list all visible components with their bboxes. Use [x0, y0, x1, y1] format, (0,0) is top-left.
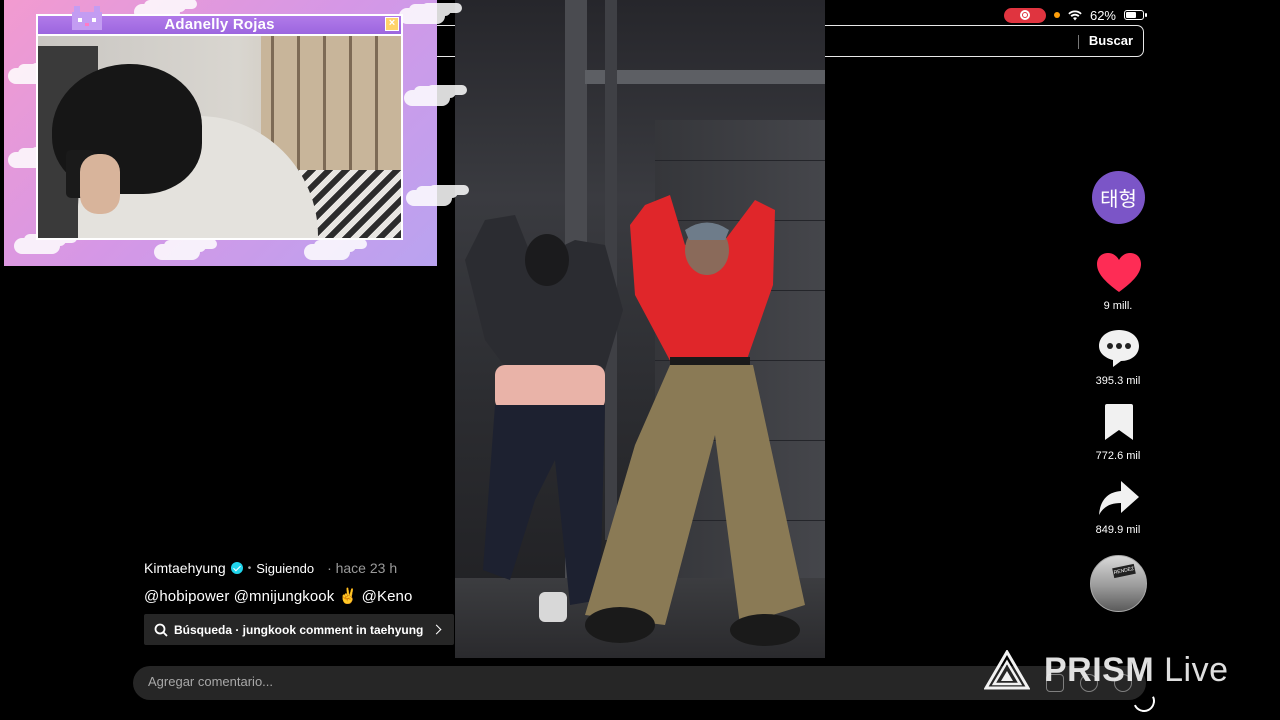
decor-cloud: [399, 8, 445, 24]
chevron-right-icon: [431, 624, 442, 635]
caption-header: Kimtaehyung • Siguiendo · hace 23 h: [144, 560, 397, 576]
heart-icon[interactable]: [1096, 252, 1142, 294]
search-divider: [1078, 35, 1079, 49]
caption-separator: •: [247, 562, 252, 574]
record-icon: [1019, 10, 1030, 20]
webcam-overlay[interactable]: Adanelly Rojas ×: [4, 0, 452, 266]
status-bar: 62%: [1003, 6, 1147, 24]
decor-cloud: [154, 244, 200, 260]
like-count: 9 mill.: [1103, 300, 1133, 312]
webcam-video: [36, 34, 403, 240]
caption-text[interactable]: @hobipower @mnijungkook ✌️ @Keno: [144, 587, 412, 605]
close-icon[interactable]: ×: [385, 17, 399, 31]
share-count: 849.9 mil: [1095, 524, 1141, 536]
battery-icon: [1124, 10, 1147, 20]
webcam-person-hand: [80, 154, 120, 214]
creator-avatar[interactable]: 태형: [1092, 171, 1145, 224]
wifi-icon: [1068, 9, 1082, 20]
bookmark-icon[interactable]: [1102, 403, 1136, 441]
search-suggestion[interactable]: Búsqueda · jungkook comment in taehyung: [144, 614, 454, 645]
disc-sign: RENDEZ: [1112, 563, 1136, 579]
prism-live-text: PRISM Live: [1044, 651, 1229, 690]
search-button[interactable]: Buscar: [1089, 33, 1133, 48]
comment-input[interactable]: [148, 674, 848, 689]
post-time: · hace 23 h: [327, 560, 398, 576]
music-disc[interactable]: RENDEZ: [1090, 555, 1147, 612]
search-icon: [154, 623, 168, 637]
comment-count: 395.3 mil: [1095, 375, 1141, 387]
decor-cloud: [14, 238, 60, 254]
decor-cloud: [304, 244, 350, 260]
prism-suffix: Live: [1154, 650, 1229, 689]
prism-brand: PRISM: [1044, 650, 1155, 689]
video-player[interactable]: [455, 0, 825, 658]
video-dancer-right: [585, 195, 805, 646]
share-icon[interactable]: [1097, 479, 1141, 517]
battery-level: [1126, 12, 1136, 18]
decor-cloud: [404, 90, 450, 106]
comment-icon[interactable]: [1097, 328, 1141, 368]
prism-logo-icon: [984, 650, 1030, 690]
pixel-cat-icon: [72, 6, 102, 30]
username[interactable]: Kimtaehyung: [144, 560, 226, 576]
follow-status[interactable]: Siguiendo: [256, 561, 314, 576]
verified-icon: [230, 562, 243, 574]
screen-record-indicator[interactable]: [1003, 7, 1046, 23]
decor-cloud: [406, 190, 452, 206]
battery-percentage: 62%: [1089, 7, 1116, 23]
video-scene-beam: [585, 70, 825, 84]
mic-in-use-indicator: [1053, 12, 1060, 18]
save-count: 772.6 mil: [1095, 450, 1141, 462]
streamer-name: Adanelly Rojas: [164, 16, 275, 33]
search-suggestion-label: Búsqueda · jungkook comment in taehyung: [174, 622, 424, 637]
prism-live-watermark: PRISM Live: [984, 650, 1229, 690]
